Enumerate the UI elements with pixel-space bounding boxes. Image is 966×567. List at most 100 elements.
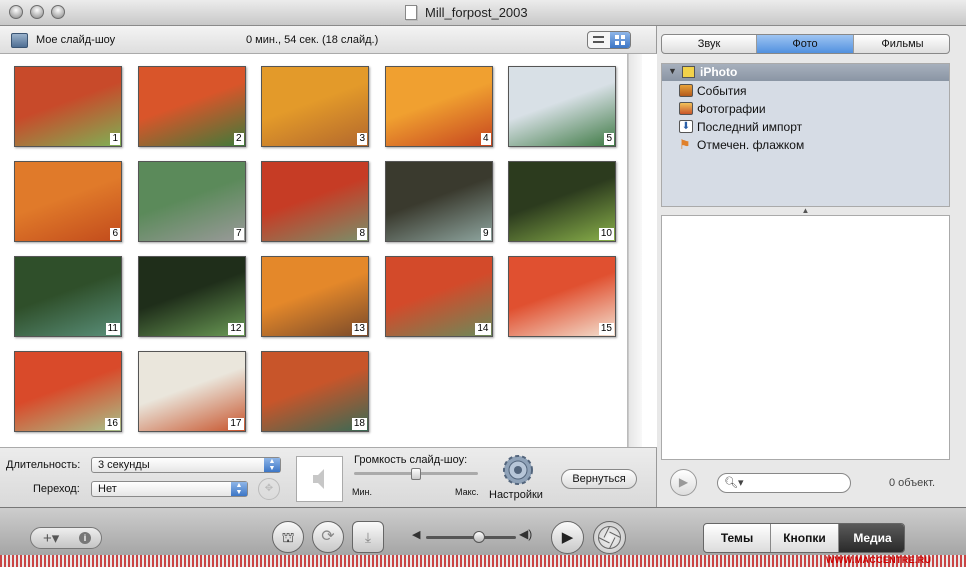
source-list: ▼ iPhoto События Фотографии ⬇ Последний … <box>661 63 950 207</box>
playback-volume-slider[interactable] <box>426 536 516 539</box>
slide-number: 8 <box>357 228 367 240</box>
chevron-updown-icon: ▲ ▼ <box>264 458 280 472</box>
play-button[interactable]: ▶ <box>551 521 584 554</box>
slide-number: 16 <box>104 418 120 430</box>
slide-thumbnail[interactable]: 14 <box>384 256 493 337</box>
gear-icon[interactable] <box>501 453 535 487</box>
slideshow-name[interactable]: Мое слайд-шоу <box>36 34 115 46</box>
slide-number: 10 <box>598 228 614 240</box>
grid-view-button[interactable] <box>610 32 630 48</box>
volume-high-icon: ◀) <box>519 527 533 541</box>
slideshow-settings-panel: Длительность: 3 секунды ▲ ▼ Переход: Нет … <box>0 447 657 507</box>
source-item-flagged[interactable]: ⚑ Отмечен. флажком <box>679 138 804 152</box>
zoom-button[interactable] <box>51 5 65 19</box>
close-button[interactable] <box>9 5 23 19</box>
object-count: 0 объект. <box>889 477 936 489</box>
duration-popup[interactable]: 3 секунды ▲ ▼ <box>91 457 281 473</box>
search-input[interactable]: 🔍︎▾ <box>717 473 851 493</box>
slide-thumbnail[interactable]: 18 <box>261 351 369 432</box>
slide-thumbnail[interactable]: 10 <box>508 161 616 242</box>
slide-number: 15 <box>598 323 614 335</box>
plus-icon: +▾ <box>43 530 60 547</box>
source-item-iphoto[interactable]: ▼ iPhoto <box>662 64 949 81</box>
slide-thumbnail[interactable]: 11 <box>14 256 122 337</box>
slide-thumbnail[interactable]: 2 <box>137 66 246 147</box>
buttons-button[interactable]: Кнопки <box>771 524 839 552</box>
slideshow-icon <box>11 33 28 48</box>
slide-number: 5 <box>604 133 614 145</box>
source-item-last-import[interactable]: ⬇ Последний импорт <box>679 120 802 134</box>
flag-icon: ⚑ <box>679 137 691 152</box>
transition-direction-icon[interactable]: ✥ <box>258 478 280 500</box>
source-item-photos[interactable]: Фотографии <box>679 102 766 116</box>
import-icon: ⬇ <box>679 120 693 133</box>
play-preview-button[interactable]: ▶ <box>670 469 697 496</box>
transition-popup[interactable]: Нет ▲ ▼ <box>91 481 248 497</box>
themes-button[interactable]: Темы <box>704 524 771 552</box>
add-button[interactable]: +▾ i <box>30 527 102 549</box>
slideshow-duration-info: 0 мин., 54 сек. (18 слайд.) <box>246 34 379 46</box>
minimize-button[interactable] <box>30 5 44 19</box>
title-bar: Mill_forpost_2003 <box>0 0 966 26</box>
fullscreen-button[interactable] <box>593 521 626 554</box>
splitter-handle[interactable]: ▲ <box>661 207 950 215</box>
media-browser[interactable] <box>661 215 950 460</box>
return-button[interactable]: Вернуться <box>561 469 637 489</box>
decorative-stripe <box>0 555 966 567</box>
chevron-updown-icon: ▲ ▼ <box>231 482 247 496</box>
slide-thumbnail[interactable]: 5 <box>508 66 616 147</box>
tab-photo[interactable]: Фото <box>757 35 854 53</box>
transition-preview <box>296 456 343 502</box>
slide-thumbnail[interactable]: 16 <box>14 351 122 432</box>
slide-thumbnail[interactable]: 4 <box>384 66 493 147</box>
aperture-icon <box>598 526 621 549</box>
grid-view-icon <box>615 35 619 39</box>
window-title: Mill_forpost_2003 <box>425 5 528 20</box>
slide-thumbnail[interactable]: 9 <box>384 161 493 242</box>
search-icon: 🔍︎▾ <box>724 477 744 489</box>
tab-sound[interactable]: Звук <box>662 35 757 53</box>
settings-label[interactable]: Настройки <box>489 489 543 501</box>
media-tabs: Звук Фото Фильмы <box>661 34 950 54</box>
disclosure-triangle-icon[interactable]: ▼ <box>668 66 677 76</box>
slide-number: 7 <box>233 228 244 240</box>
slide-thumbnail[interactable]: 17 <box>137 351 246 432</box>
slide-thumbnail[interactable]: 6 <box>14 161 122 242</box>
slide-thumbnail[interactable]: 12 <box>137 256 246 337</box>
photos-icon <box>679 102 693 115</box>
hierarchy-button[interactable]: ⛫ <box>272 521 304 553</box>
slide-thumbnail[interactable]: 15 <box>508 256 616 337</box>
slide-number: 18 <box>351 418 367 430</box>
play-icon: ▶ <box>561 529 574 546</box>
info-icon[interactable]: i <box>79 532 91 544</box>
slide-thumbnail[interactable]: 8 <box>261 161 369 242</box>
loop-button[interactable]: ⟳ <box>312 521 344 553</box>
slide-thumbnail[interactable]: 7 <box>137 161 246 242</box>
motion-icon: ⤓ <box>364 529 372 545</box>
motion-button[interactable]: ⤓ <box>352 521 384 553</box>
vertical-scrollbar[interactable] <box>628 54 642 447</box>
slide-grid: 1 2 3 4 5 6 7 8 9 10 11 12 13 14 15 16 17 18 <box>0 54 628 447</box>
watermark-url: WWW.MACCENTRE.RU <box>826 555 932 565</box>
slide-thumbnail[interactable]: 3 <box>261 66 369 147</box>
transition-label: Переход: <box>33 483 80 495</box>
speaker-icon <box>313 469 324 489</box>
view-segmented-control: Темы Кнопки Медиа <box>703 523 905 553</box>
slide-thumbnail[interactable]: 1 <box>14 66 122 147</box>
list-view-button[interactable] <box>588 32 610 48</box>
source-item-events[interactable]: События <box>679 84 747 98</box>
media-button[interactable]: Медиа <box>839 524 904 552</box>
media-browser-panel: Звук Фото Фильмы ▼ iPhoto События Фотогр… <box>657 26 966 507</box>
slide-thumbnail[interactable]: 13 <box>261 256 369 337</box>
list-view-icon <box>593 36 604 38</box>
playback-volume-knob[interactable] <box>473 531 485 543</box>
slide-number: 13 <box>351 323 367 335</box>
slide-number: 14 <box>475 323 491 335</box>
volume-slider-knob[interactable] <box>411 468 421 480</box>
events-icon <box>679 84 693 97</box>
view-toggle <box>587 31 631 49</box>
duration-label: Длительность: <box>6 459 81 471</box>
tab-movies[interactable]: Фильмы <box>854 35 949 53</box>
slide-number: 4 <box>480 133 491 145</box>
slide-number: 17 <box>228 418 244 430</box>
